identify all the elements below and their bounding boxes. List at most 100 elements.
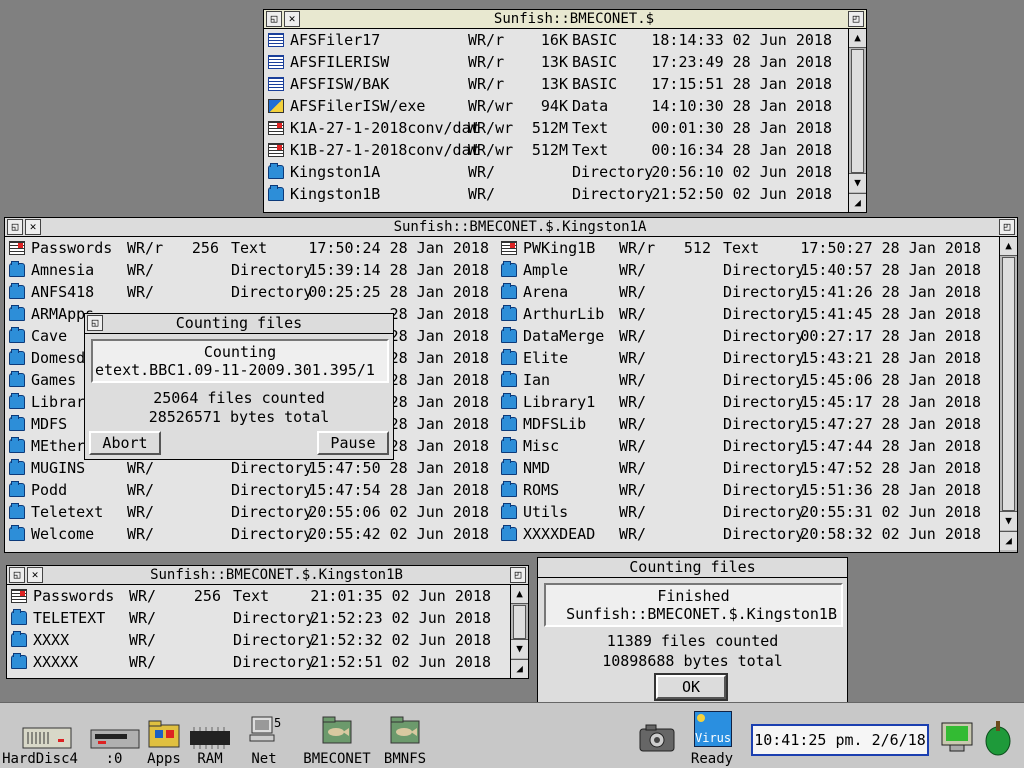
file-row[interactable]: Passwords WR/r 256 Text 17:50:24 28 Jan 2018: [9, 237, 493, 259]
file-row[interactable]: Passwords WR/256 Text 21:01:35 02 Jun 2018: [11, 585, 495, 607]
toggle-size-icon[interactable]: ◰: [999, 219, 1015, 235]
bytes-total: 10898688 bytes total: [602, 652, 783, 670]
file-type: Directory: [723, 481, 805, 499]
file-timestamp: 00:25:25 28 Jan 2018: [308, 283, 489, 301]
file-row[interactable]: AFSFiler17 WR/r 16K BASIC 18:14:33 02 Jun 20…: [268, 29, 836, 51]
file-row[interactable]: Library1 WR/Directory 15:45:17 28 Jan 2018: [501, 391, 985, 413]
toggle-size-icon[interactable]: ◰: [848, 11, 864, 27]
file-name: Cave: [31, 327, 68, 345]
scroll-thumb[interactable]: [851, 49, 864, 173]
iconbar-display-manager[interactable]: [938, 717, 974, 761]
iconbar-virus-checker[interactable]: Virus Ready: [688, 709, 736, 767]
file-row[interactable]: MDFSLib WR/Directory 15:47:27 28 Jan 2018: [501, 413, 985, 435]
directory-icon: [501, 371, 517, 387]
iconbar-task-manager[interactable]: [980, 715, 1016, 763]
file-row[interactable]: NMD WR/Directory 15:47:52 28 Jan 2018: [501, 457, 985, 479]
acorn-icon: [985, 721, 1011, 756]
file-type: BASIC: [572, 53, 618, 71]
resize-icon[interactable]: ◢: [849, 193, 866, 212]
file-row[interactable]: Elite WR/Directory 15:43:21 28 Jan 2018: [501, 347, 985, 369]
counting-files-dialog[interactable]: ◱ Counting files Counting etext.BBC1.09-…: [84, 313, 394, 460]
file-row[interactable]: AFSFILERISW WR/r 13K BASIC 17:23:49 28 Jan 2…: [268, 51, 836, 73]
resize-icon[interactable]: ◢: [1000, 531, 1017, 550]
file-row[interactable]: Kingston1A WR/Directory 20:56:10 02 Jun 20…: [268, 161, 836, 183]
file-row[interactable]: ArthurLib WR/Directory 15:41:45 28 Jan 201…: [501, 303, 985, 325]
scroll-up-icon[interactable]: ▲: [511, 585, 528, 604]
filer-window-kingston1b[interactable]: ◱ ✕ Sunfish::BMECONET.$.Kingston1B ◰ Pas…: [6, 565, 529, 679]
pause-button[interactable]: Pause: [317, 431, 389, 455]
dialog-title[interactable]: ◱ Counting files: [85, 314, 393, 334]
title-bar[interactable]: ◱ ✕ Sunfish::BMECONET.$.Kingston1B ◰: [7, 566, 528, 585]
scroll-down-icon[interactable]: ▼: [511, 639, 528, 658]
filer-window-root[interactable]: ◱ ✕ Sunfish::BMECONET.$ ◰ AFSFiler17 WR/r…: [263, 9, 867, 213]
file-type: Text: [233, 587, 270, 605]
file-type: Directory: [723, 459, 805, 477]
file-type: Directory: [723, 525, 805, 543]
file-access: WR/: [127, 283, 155, 301]
file-row[interactable]: XXXX WR/Directory 21:52:32 02 Jun 2018: [11, 629, 495, 651]
file-row[interactable]: ANFS418 WR/Directory 00:25:25 28 Jan 2018: [9, 281, 493, 303]
file-row[interactable]: MUGINS WR/Directory 15:47:50 28 Jan 2018: [9, 457, 493, 479]
file-row[interactable]: AFSFISW/BAK WR/r 13K BASIC 17:15:51 28 Jan 2…: [268, 73, 836, 95]
scroll-down-icon[interactable]: ▼: [849, 173, 866, 192]
title-bar[interactable]: ◱ ✕ Sunfish::BMECONET.$.Kingston1A ◰: [5, 218, 1017, 237]
scroll-thumb[interactable]: [513, 605, 526, 639]
abort-button[interactable]: Abort: [89, 431, 161, 455]
scroll-down-icon[interactable]: ▼: [1000, 511, 1017, 530]
vertical-scrollbar[interactable]: ▲ ▼ ◢: [999, 237, 1017, 552]
file-row[interactable]: Podd WR/Directory 15:47:54 28 Jan 2018: [9, 479, 493, 501]
file-row[interactable]: ROMS WR/Directory 15:51:36 28 Jan 2018: [501, 479, 985, 501]
file-row[interactable]: Ian WR/Directory 15:45:06 28 Jan 2018: [501, 369, 985, 391]
file-timestamp: 15:47:27 28 Jan 2018: [800, 415, 981, 433]
back-icon[interactable]: ◱: [9, 567, 25, 583]
vertical-scrollbar[interactable]: ▲ ▼ ◢: [848, 29, 866, 212]
file-row[interactable]: XXXXDEAD WR/Directory 20:58:32 02 Jun 2018: [501, 523, 985, 545]
title-bar[interactable]: ◱ ✕ Sunfish::BMECONET.$ ◰: [264, 10, 866, 29]
close-icon[interactable]: ✕: [25, 219, 41, 235]
iconbar-harddisc4[interactable]: HardDisc4: [2, 709, 78, 767]
close-icon[interactable]: ✕: [27, 567, 43, 583]
file-row[interactable]: Amnesia WR/Directory 15:39:14 28 Jan 2018: [9, 259, 493, 281]
ok-button[interactable]: OK: [654, 673, 728, 701]
file-row[interactable]: XXXXX WR/Directory 21:52:51 02 Jun 2018: [11, 651, 495, 673]
vertical-scrollbar[interactable]: ▲ ▼ ◢: [510, 585, 528, 678]
file-timestamp: 17:50:27 28 Jan 2018: [800, 239, 981, 257]
counting-finished-dialog[interactable]: Counting files Finished Sunfish::BMECONE…: [537, 557, 848, 703]
file-row[interactable]: DataMerge WR/Directory 00:27:17 28 Jan 201…: [501, 325, 985, 347]
scroll-up-icon[interactable]: ▲: [849, 29, 866, 48]
file-row[interactable]: Ample WR/Directory 15:40:57 28 Jan 2018: [501, 259, 985, 281]
file-row[interactable]: Misc WR/Directory 15:47:44 28 Jan 2018: [501, 435, 985, 457]
file-row[interactable]: Utils WR/Directory 20:55:31 02 Jun 2018: [501, 501, 985, 523]
file-row[interactable]: Teletext WR/Directory 20:55:06 02 Jun 2018: [9, 501, 493, 523]
directory-icon: [9, 283, 25, 299]
iconbar-bmeconet[interactable]: BMECONET: [303, 709, 371, 767]
clock-display[interactable]: 10:41:25 pm. 2/6/18: [751, 724, 929, 756]
file-row[interactable]: Kingston1B WR/Directory 21:52:50 02 Jun 20…: [268, 183, 836, 205]
file-size: 13K: [540, 53, 568, 71]
resize-icon[interactable]: ◢: [511, 659, 528, 678]
back-icon[interactable]: ◱: [87, 315, 103, 331]
file-row[interactable]: AFSFilerISW/exe WR/wr 94K Data 14:10:30 28 J…: [268, 95, 836, 117]
file-row[interactable]: PWKing1B WR/r 512 Text 17:50:27 28 Jan 2018: [501, 237, 985, 259]
toggle-size-icon[interactable]: ◰: [510, 567, 526, 583]
file-row[interactable]: K1A-27-1-2018conv/dat WR/wr 512M Text 00:01:…: [268, 117, 836, 139]
back-icon[interactable]: ◱: [7, 219, 23, 235]
file-row[interactable]: K1B-27-1-2018conv/dat WR/wr 512M Text 00:16:…: [268, 139, 836, 161]
ram-disc-icon: [190, 727, 230, 749]
scroll-up-icon[interactable]: ▲: [1000, 237, 1017, 256]
iconbar-net[interactable]: 5 Net: [244, 709, 284, 767]
file-type: Directory: [723, 393, 805, 411]
file-type: Directory: [572, 185, 654, 203]
iconbar-bmnfs[interactable]: BMNFS: [380, 709, 430, 767]
close-icon[interactable]: ✕: [284, 11, 300, 27]
file-access: WR/wr: [468, 141, 514, 159]
back-icon[interactable]: ◱: [266, 11, 282, 27]
file-row[interactable]: TELETEXT WR/Directory 21:52:23 02 Jun 2018: [11, 607, 495, 629]
directory-icon: [501, 503, 517, 519]
file-row[interactable]: Arena WR/Directory 15:41:26 28 Jan 2018: [501, 281, 985, 303]
dialog-title[interactable]: Counting files: [538, 558, 847, 578]
file-type: Directory: [231, 525, 313, 543]
scroll-thumb[interactable]: [1002, 257, 1015, 511]
file-row[interactable]: Welcome WR/Directory 20:55:42 02 Jun 2018: [9, 523, 493, 545]
file-name: Arena: [523, 283, 569, 301]
